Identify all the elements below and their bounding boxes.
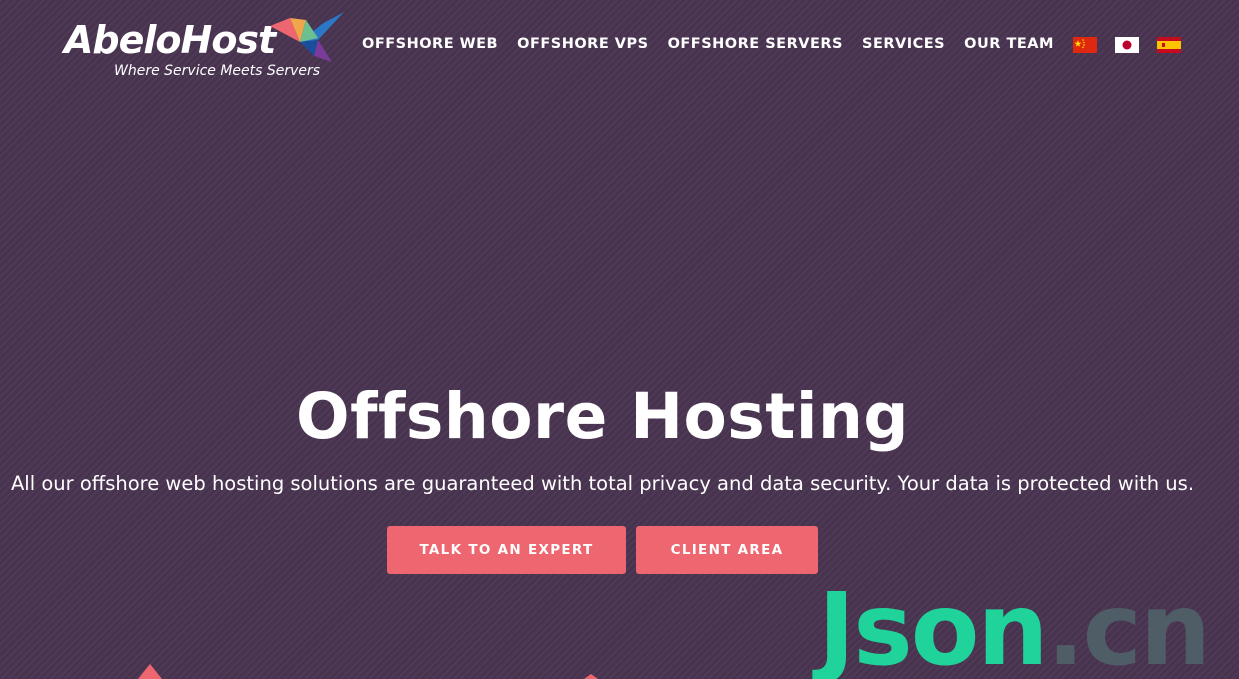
spain-flag-icon[interactable]	[1156, 37, 1181, 53]
nav-offshore-servers[interactable]: OFFSHORE SERVERS	[668, 36, 843, 52]
main-nav: OFFSHORE WEB OFFSHORE VPS OFFSHORE SERVE…	[362, 36, 1199, 53]
site-logo[interactable]: AbeloHost Where Service Meets Servers	[62, 12, 352, 84]
talk-to-expert-button[interactable]: TALK TO AN EXPERT	[387, 526, 626, 574]
decorative-peak-shape	[138, 664, 162, 679]
nav-our-team[interactable]: OUR TEAM	[964, 36, 1054, 52]
nav-services[interactable]: SERVICES	[862, 36, 945, 52]
logo-wordmark: AbeloHost	[64, 18, 276, 62]
watermark-logo: Json.cn	[818, 580, 1211, 679]
bird-logo-icon	[270, 12, 344, 62]
nav-offshore-vps[interactable]: OFFSHORE VPS	[517, 36, 648, 52]
hero-subtitle: All our offshore web hosting solutions a…	[10, 472, 1195, 495]
china-flag-icon[interactable]	[1072, 37, 1097, 53]
decorative-peak-shape-small	[584, 674, 598, 679]
nav-offshore-web[interactable]: OFFSHORE WEB	[362, 36, 498, 52]
japan-flag-icon[interactable]	[1114, 37, 1139, 53]
watermark-tld-text: .cn	[1046, 571, 1211, 679]
watermark-main-text: Json	[818, 571, 1049, 679]
client-area-button[interactable]: CLIENT AREA	[636, 526, 818, 574]
hero-title: Offshore Hosting	[296, 380, 909, 453]
